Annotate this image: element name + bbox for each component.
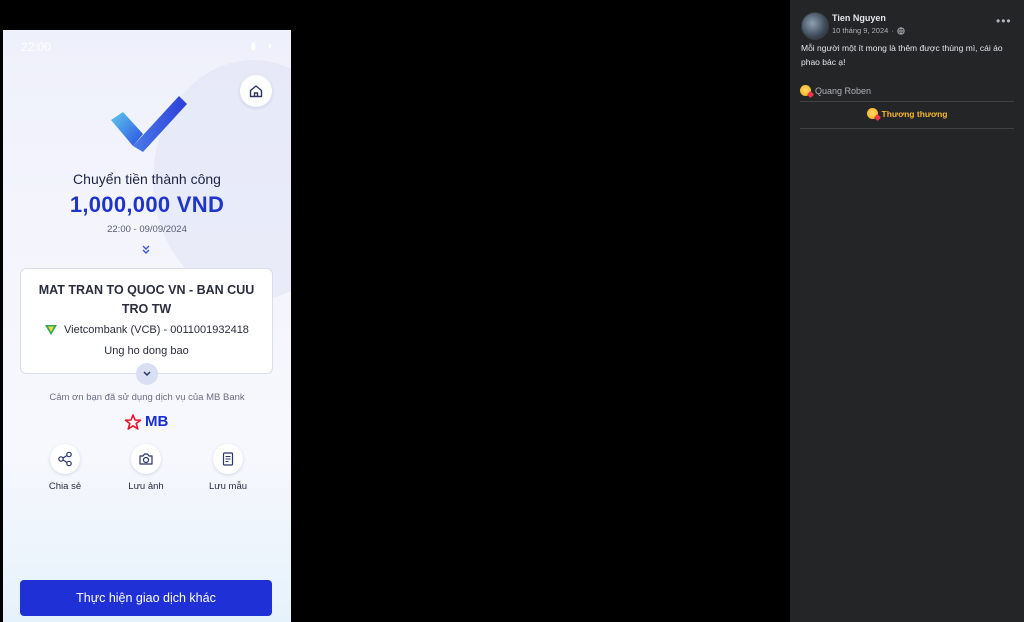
success-title: Chuyển tiền thành công <box>73 171 221 187</box>
save-template-label: Lưu mẫu <box>208 481 248 492</box>
save-image-button[interactable] <box>131 444 161 474</box>
transfer-note: Ung ho dong bao <box>104 345 189 357</box>
transfer-amount: 1,000,000 VND <box>69 192 225 217</box>
transfer-datetime: 22:00 - 09/09/2024 <box>107 224 187 235</box>
bank-account-text: Vietcombank (VCB) - 0011001932418 <box>64 324 249 336</box>
more-options-icon[interactable]: ••• <box>996 14 1012 28</box>
save-image-label: Lưu ảnh <box>128 481 164 492</box>
reactor-name: Quang Roben <box>815 85 872 96</box>
post-meta: 10 tháng 9, 2024 · <box>832 26 905 35</box>
facebook-post-panel: Tien Nguyen 10 tháng 9, 2024 · ••• Mỗi n… <box>790 0 1024 622</box>
template-icon <box>222 452 234 466</box>
reaction-summary[interactable]: Quang Roben <box>800 85 871 96</box>
save-template-action[interactable]: Lưu mẫu <box>198 444 258 492</box>
home-button[interactable] <box>240 75 272 107</box>
save-template-button[interactable] <box>213 444 243 474</box>
share-action[interactable]: Chia sẻ <box>35 444 95 492</box>
beneficiary-card: MAT TRAN TO QUOC VN - BAN CUU TRO TW Vie… <box>20 268 273 374</box>
beneficiary-name: MAT TRAN TO QUOC VN - BAN CUU TRO TW <box>38 283 255 316</box>
care-reaction-icon <box>800 85 811 96</box>
share-button[interactable] <box>50 444 80 474</box>
globe-icon <box>897 26 905 35</box>
post-date[interactable]: 10 tháng 9, 2024 <box>832 26 888 35</box>
share-label: Chia sẻ <box>48 481 82 492</box>
success-check-icon <box>111 96 187 152</box>
author-name[interactable]: Tien Nguyen <box>832 13 886 23</box>
banking-receipt-screen: 22:00 ▮ ◗ Chuyển tiền thành công 1,000,0… <box>3 30 291 622</box>
post-text: Mỗi người một ít mong là thêm được thùng… <box>801 43 1003 67</box>
home-icon <box>249 85 263 98</box>
status-bar-icons: ▮ ◗ <box>250 41 277 52</box>
mb-bank-logo: MB <box>124 413 168 430</box>
author-avatar[interactable] <box>801 12 829 40</box>
status-bar-time: 22:00 <box>21 40 52 54</box>
thanks-message: Cảm ơn bạn đã sử dụng dịch vụ của MB Ban… <box>49 392 245 403</box>
bank-account-row: Vietcombank (VCB) - 0011001932418 <box>21 323 272 337</box>
care-reaction-icon <box>866 108 878 119</box>
save-image-action[interactable]: Lưu ảnh <box>116 444 176 492</box>
reaction-label: Thương thương <box>881 108 948 119</box>
camera-icon <box>139 453 153 465</box>
share-icon <box>58 451 72 467</box>
new-transaction-button[interactable]: Thực hiện giao dịch khác <box>20 580 272 616</box>
divider-bottom <box>800 128 1014 129</box>
double-chevron-down-icon <box>142 245 150 254</box>
expand-details-button[interactable] <box>136 363 158 385</box>
divider-top <box>800 101 1014 102</box>
chevron-down-icon <box>143 371 151 377</box>
mb-star-icon <box>124 413 142 430</box>
reaction-button[interactable]: Thương thương <box>790 108 1024 119</box>
meta-separator: · <box>891 26 894 35</box>
vietcombank-logo-icon <box>45 325 58 335</box>
mb-brand-text: MB <box>145 413 169 430</box>
